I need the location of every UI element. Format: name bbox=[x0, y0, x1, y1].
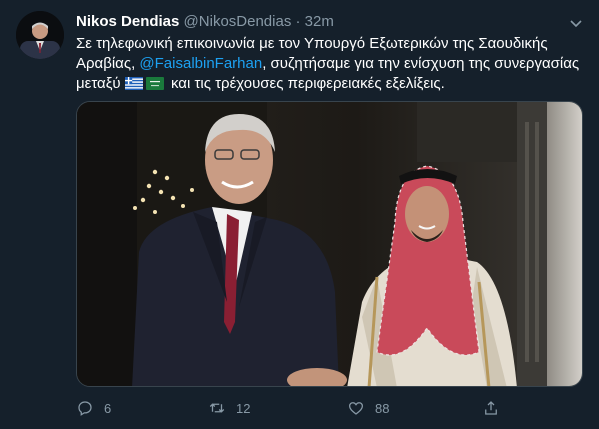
like-button[interactable]: 88 bbox=[347, 396, 389, 420]
tweet-actions: 6 12 88 bbox=[76, 396, 576, 420]
greece-flag-icon bbox=[124, 76, 143, 96]
share-icon bbox=[485, 401, 497, 415]
timestamp[interactable]: 32m bbox=[305, 13, 334, 30]
header-separator: · bbox=[295, 13, 301, 30]
share-button[interactable] bbox=[482, 396, 510, 420]
retweet-count: 12 bbox=[236, 400, 251, 416]
tweet-text-part3: και τις τρέχουσες περιφερειακές εξελίξει… bbox=[166, 75, 445, 92]
like-icon bbox=[348, 402, 364, 415]
retweet-icon bbox=[209, 403, 225, 413]
reply-count: 6 bbox=[104, 400, 112, 416]
tweet[interactable]: Nikos Dendias @NikosDendias · 32m Σε τηλ… bbox=[0, 0, 599, 429]
tweet-header: Nikos Dendias @NikosDendias · 32m bbox=[76, 12, 585, 32]
author-handle[interactable]: @NikosDendias bbox=[184, 13, 292, 30]
retweet-button[interactable]: 12 bbox=[208, 396, 250, 420]
like-count: 88 bbox=[375, 400, 390, 416]
reply-icon bbox=[78, 401, 92, 416]
author-name[interactable]: Nikos Dendias bbox=[76, 13, 179, 30]
avatar[interactable] bbox=[16, 11, 64, 59]
chevron-down-icon[interactable] bbox=[567, 16, 585, 28]
tweet-photo[interactable] bbox=[76, 101, 583, 387]
reply-button[interactable]: 6 bbox=[76, 396, 111, 420]
tweet-text: Σε τηλεφωνική επικοινωνία με τον Υπουργό… bbox=[76, 34, 581, 96]
saudi-arabia-flag-icon bbox=[145, 76, 164, 96]
mention-link[interactable]: @FaisalbinFarhan bbox=[139, 55, 262, 72]
